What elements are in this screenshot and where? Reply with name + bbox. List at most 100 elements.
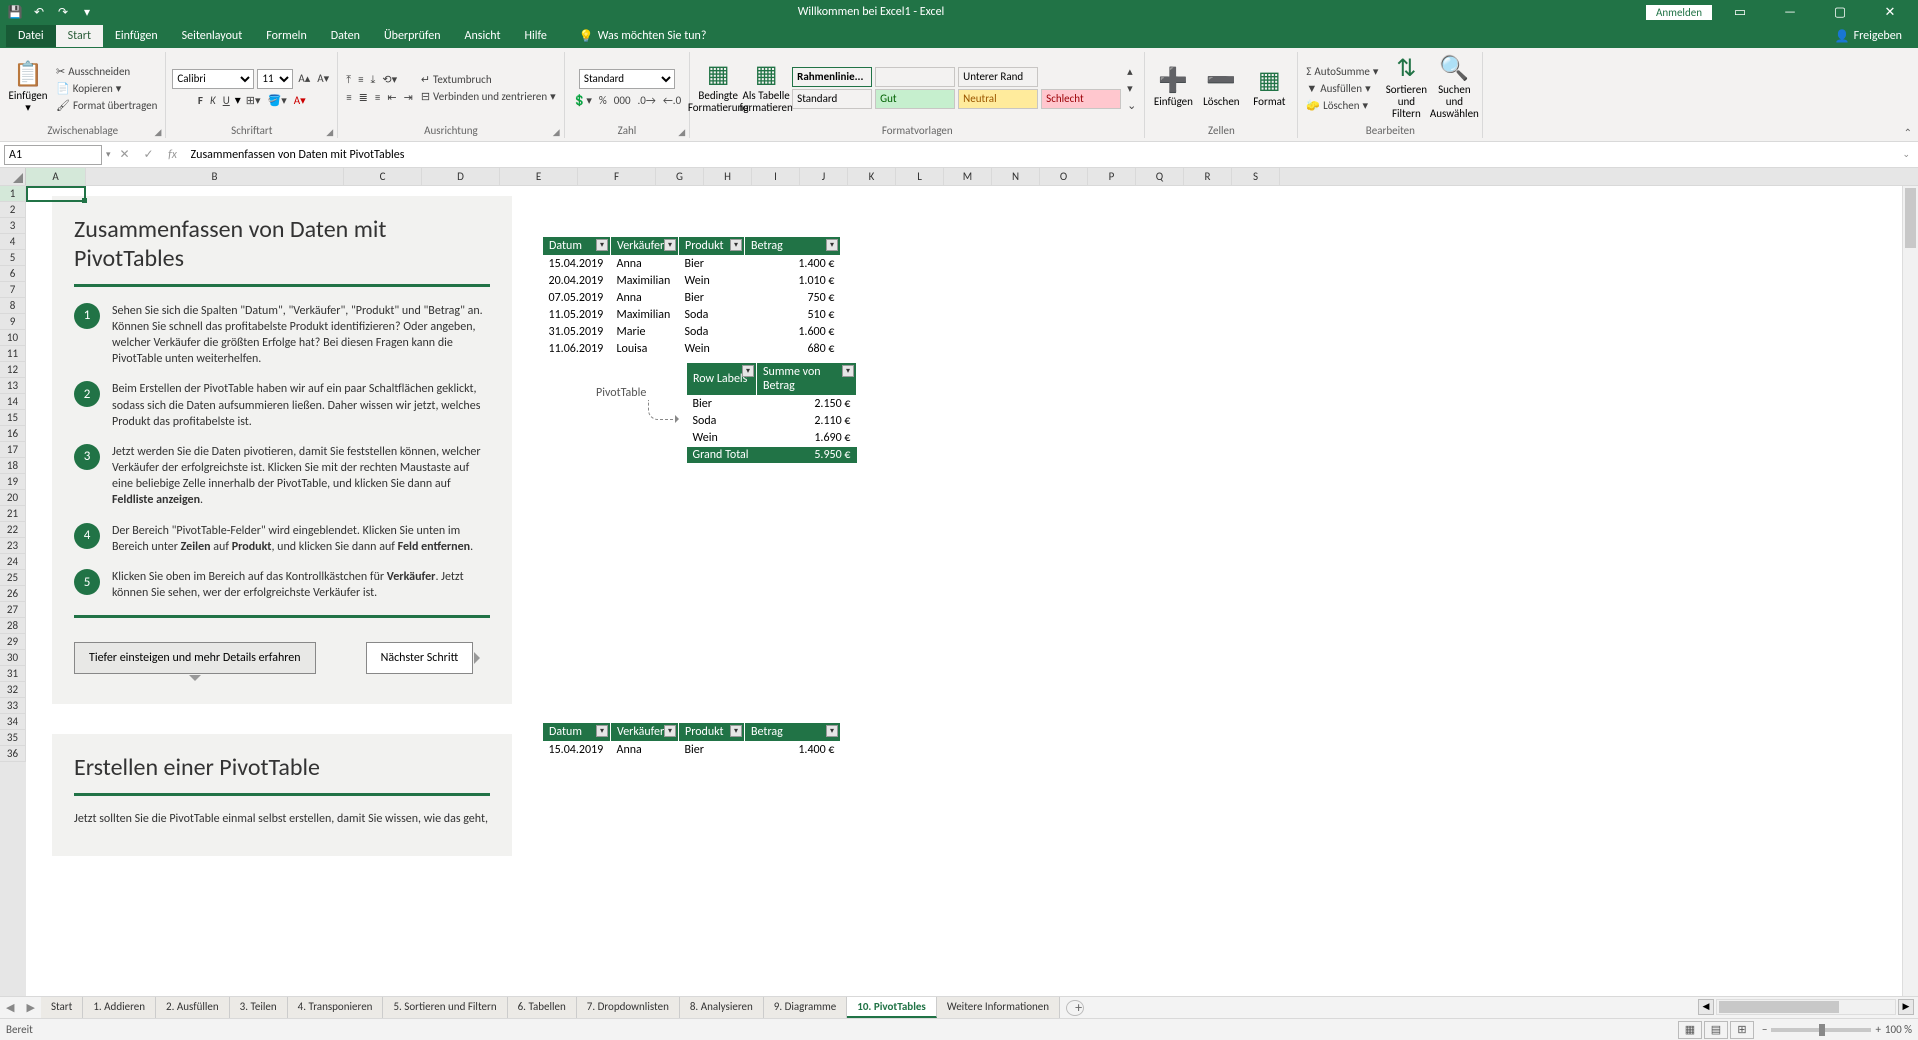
table-cell[interactable]: 1.010 € (745, 273, 841, 290)
row-header-32[interactable]: 32 (0, 682, 26, 698)
table-cell[interactable]: Marie (611, 324, 679, 341)
italic-button[interactable]: K (208, 93, 218, 108)
align-top-icon[interactable]: ⤒ (344, 72, 353, 88)
column-header-F[interactable]: F (578, 168, 656, 185)
align-left-icon[interactable]: ≡ (344, 90, 353, 105)
font-launcher-icon[interactable]: ◢ (326, 127, 333, 138)
sheet-tab[interactable]: 7. Dropdownlisten (577, 997, 680, 1018)
row-header-27[interactable]: 27 (0, 602, 26, 618)
row-header-21[interactable]: 21 (0, 506, 26, 522)
number-format-select[interactable]: Standard (579, 69, 675, 89)
table-cell[interactable]: Soda (679, 307, 745, 324)
maximize-icon[interactable]: ▢ (1818, 5, 1862, 20)
name-box[interactable] (4, 145, 102, 165)
cell-style-border[interactable]: Rahmenlinie... (792, 67, 872, 87)
tab-file[interactable]: Datei (6, 25, 56, 47)
border-button[interactable]: ⊞▾ (244, 93, 263, 108)
filter-dropdown-icon[interactable]: ▾ (730, 239, 742, 251)
percent-format-icon[interactable]: % (597, 93, 609, 108)
row-header-4[interactable]: 4 (0, 234, 26, 250)
sheet-tab[interactable]: 5. Sortieren und Filtern (383, 997, 507, 1018)
column-header-H[interactable]: H (704, 168, 752, 185)
cell-style-standard[interactable]: Standard (792, 89, 872, 109)
table-header[interactable]: Produkt▾ (679, 723, 745, 742)
cell-style-good[interactable]: Gut (875, 89, 955, 109)
sheet-tab[interactable]: Weitere Informationen (937, 997, 1060, 1018)
sheet-tab[interactable]: 9. Diagramme (764, 997, 848, 1018)
tab-scroll-left-icon[interactable]: ◀ (0, 1001, 20, 1014)
table-header[interactable]: Datum▾ (543, 723, 611, 742)
align-launcher-icon[interactable]: ◢ (553, 127, 560, 138)
insert-cells-button[interactable]: ➕Einfügen (1151, 68, 1195, 108)
row-header-5[interactable]: 5 (0, 250, 26, 266)
column-header-P[interactable]: P (1088, 168, 1136, 185)
cell-style-bottom-border[interactable]: Unterer Rand (958, 67, 1038, 87)
sheet-tab[interactable]: 4. Transponieren (288, 997, 384, 1018)
delete-cells-button[interactable]: ➖Löschen (1199, 68, 1243, 108)
table-cell[interactable]: 680 € (745, 341, 841, 358)
sort-filter-button[interactable]: ⇅Sortieren und Filtern (1384, 56, 1428, 121)
next-step-button[interactable]: Nächster Schritt (366, 642, 474, 674)
data-table-2[interactable]: Datum▾Verkäufer▾Produkt▾Betrag▾ 15.04.20… (542, 722, 841, 759)
merge-center-button[interactable]: ⊟ Verbinden und zentrieren ▾ (419, 89, 558, 104)
dive-deeper-button[interactable]: Tiefer einsteigen und mehr Details erfah… (74, 642, 316, 674)
table-header[interactable]: Row Labels▾ (687, 363, 757, 396)
table-cell[interactable]: 1.400 € (745, 742, 841, 759)
clipboard-launcher-icon[interactable]: ◢ (154, 127, 161, 138)
table-cell[interactable]: Wein (687, 430, 757, 447)
tab-scroll-right-icon[interactable]: ▶ (20, 1001, 40, 1014)
tab-home[interactable]: Start (56, 25, 103, 47)
table-header[interactable]: Datum▾ (543, 237, 611, 256)
row-header-10[interactable]: 10 (0, 330, 26, 346)
cancel-formula-icon[interactable]: ✕ (115, 147, 135, 162)
zoom-out-button[interactable]: − (1762, 1023, 1767, 1036)
table-cell[interactable]: 31.05.2019 (543, 324, 611, 341)
sheet-tab[interactable]: 10. PivotTables (847, 997, 937, 1018)
row-header-12[interactable]: 12 (0, 362, 26, 378)
filter-dropdown-icon[interactable]: ▾ (742, 365, 754, 377)
row-header-18[interactable]: 18 (0, 458, 26, 474)
qat-redo-icon[interactable]: ↷ (54, 5, 72, 20)
table-header[interactable]: Verkäufer▾ (611, 237, 679, 256)
column-header-I[interactable]: I (752, 168, 800, 185)
row-header-33[interactable]: 33 (0, 698, 26, 714)
row-header-2[interactable]: 2 (0, 202, 26, 218)
page-layout-view-button[interactable]: ▤ (1704, 1021, 1728, 1039)
table-cell[interactable]: Soda (687, 413, 757, 430)
table-cell[interactable]: Anna (611, 742, 679, 759)
column-header-C[interactable]: C (344, 168, 422, 185)
select-all-button[interactable] (0, 168, 26, 185)
column-header-B[interactable]: B (86, 168, 344, 185)
clear-button[interactable]: 🧽 Löschen ▾ (1304, 98, 1380, 113)
cut-button[interactable]: ✂ Ausschneiden (54, 64, 159, 79)
table-header[interactable]: Summe von Betrag▾ (757, 363, 857, 396)
zoom-level[interactable]: 100 % (1885, 1023, 1912, 1036)
table-cell[interactable]: 750 € (745, 290, 841, 307)
hscrollbar-thumb[interactable] (1719, 1001, 1839, 1013)
tab-view[interactable]: Ansicht (453, 25, 513, 47)
column-header-S[interactable]: S (1232, 168, 1280, 185)
hscroll-right-icon[interactable]: ▶ (1898, 999, 1914, 1015)
column-header-J[interactable]: J (800, 168, 848, 185)
column-header-K[interactable]: K (848, 168, 896, 185)
row-header-13[interactable]: 13 (0, 378, 26, 394)
align-center-icon[interactable]: ≣ (357, 90, 370, 105)
sheet-tab[interactable]: 1. Addieren (83, 997, 156, 1018)
row-header-14[interactable]: 14 (0, 394, 26, 410)
format-cells-button[interactable]: ▦Format (1247, 68, 1291, 108)
filter-dropdown-icon[interactable]: ▾ (664, 725, 676, 737)
table-cell[interactable]: 2.110 € (757, 413, 857, 430)
table-header[interactable]: Produkt▾ (679, 237, 745, 256)
row-header-31[interactable]: 31 (0, 666, 26, 682)
row-header-15[interactable]: 15 (0, 410, 26, 426)
table-cell[interactable]: 20.04.2019 (543, 273, 611, 290)
orientation-icon[interactable]: ⟲▾ (380, 72, 399, 87)
hscroll-left-icon[interactable]: ◀ (1698, 999, 1714, 1015)
table-cell[interactable]: Anna (611, 256, 679, 273)
sheet-tab[interactable]: Start (41, 997, 83, 1018)
expand-formula-bar-icon[interactable]: ⌄ (1898, 149, 1914, 160)
row-header-36[interactable]: 36 (0, 746, 26, 762)
comma-format-icon[interactable]: 000 (612, 93, 633, 108)
qat-save-icon[interactable]: 💾 (6, 5, 24, 20)
row-header-11[interactable]: 11 (0, 346, 26, 362)
